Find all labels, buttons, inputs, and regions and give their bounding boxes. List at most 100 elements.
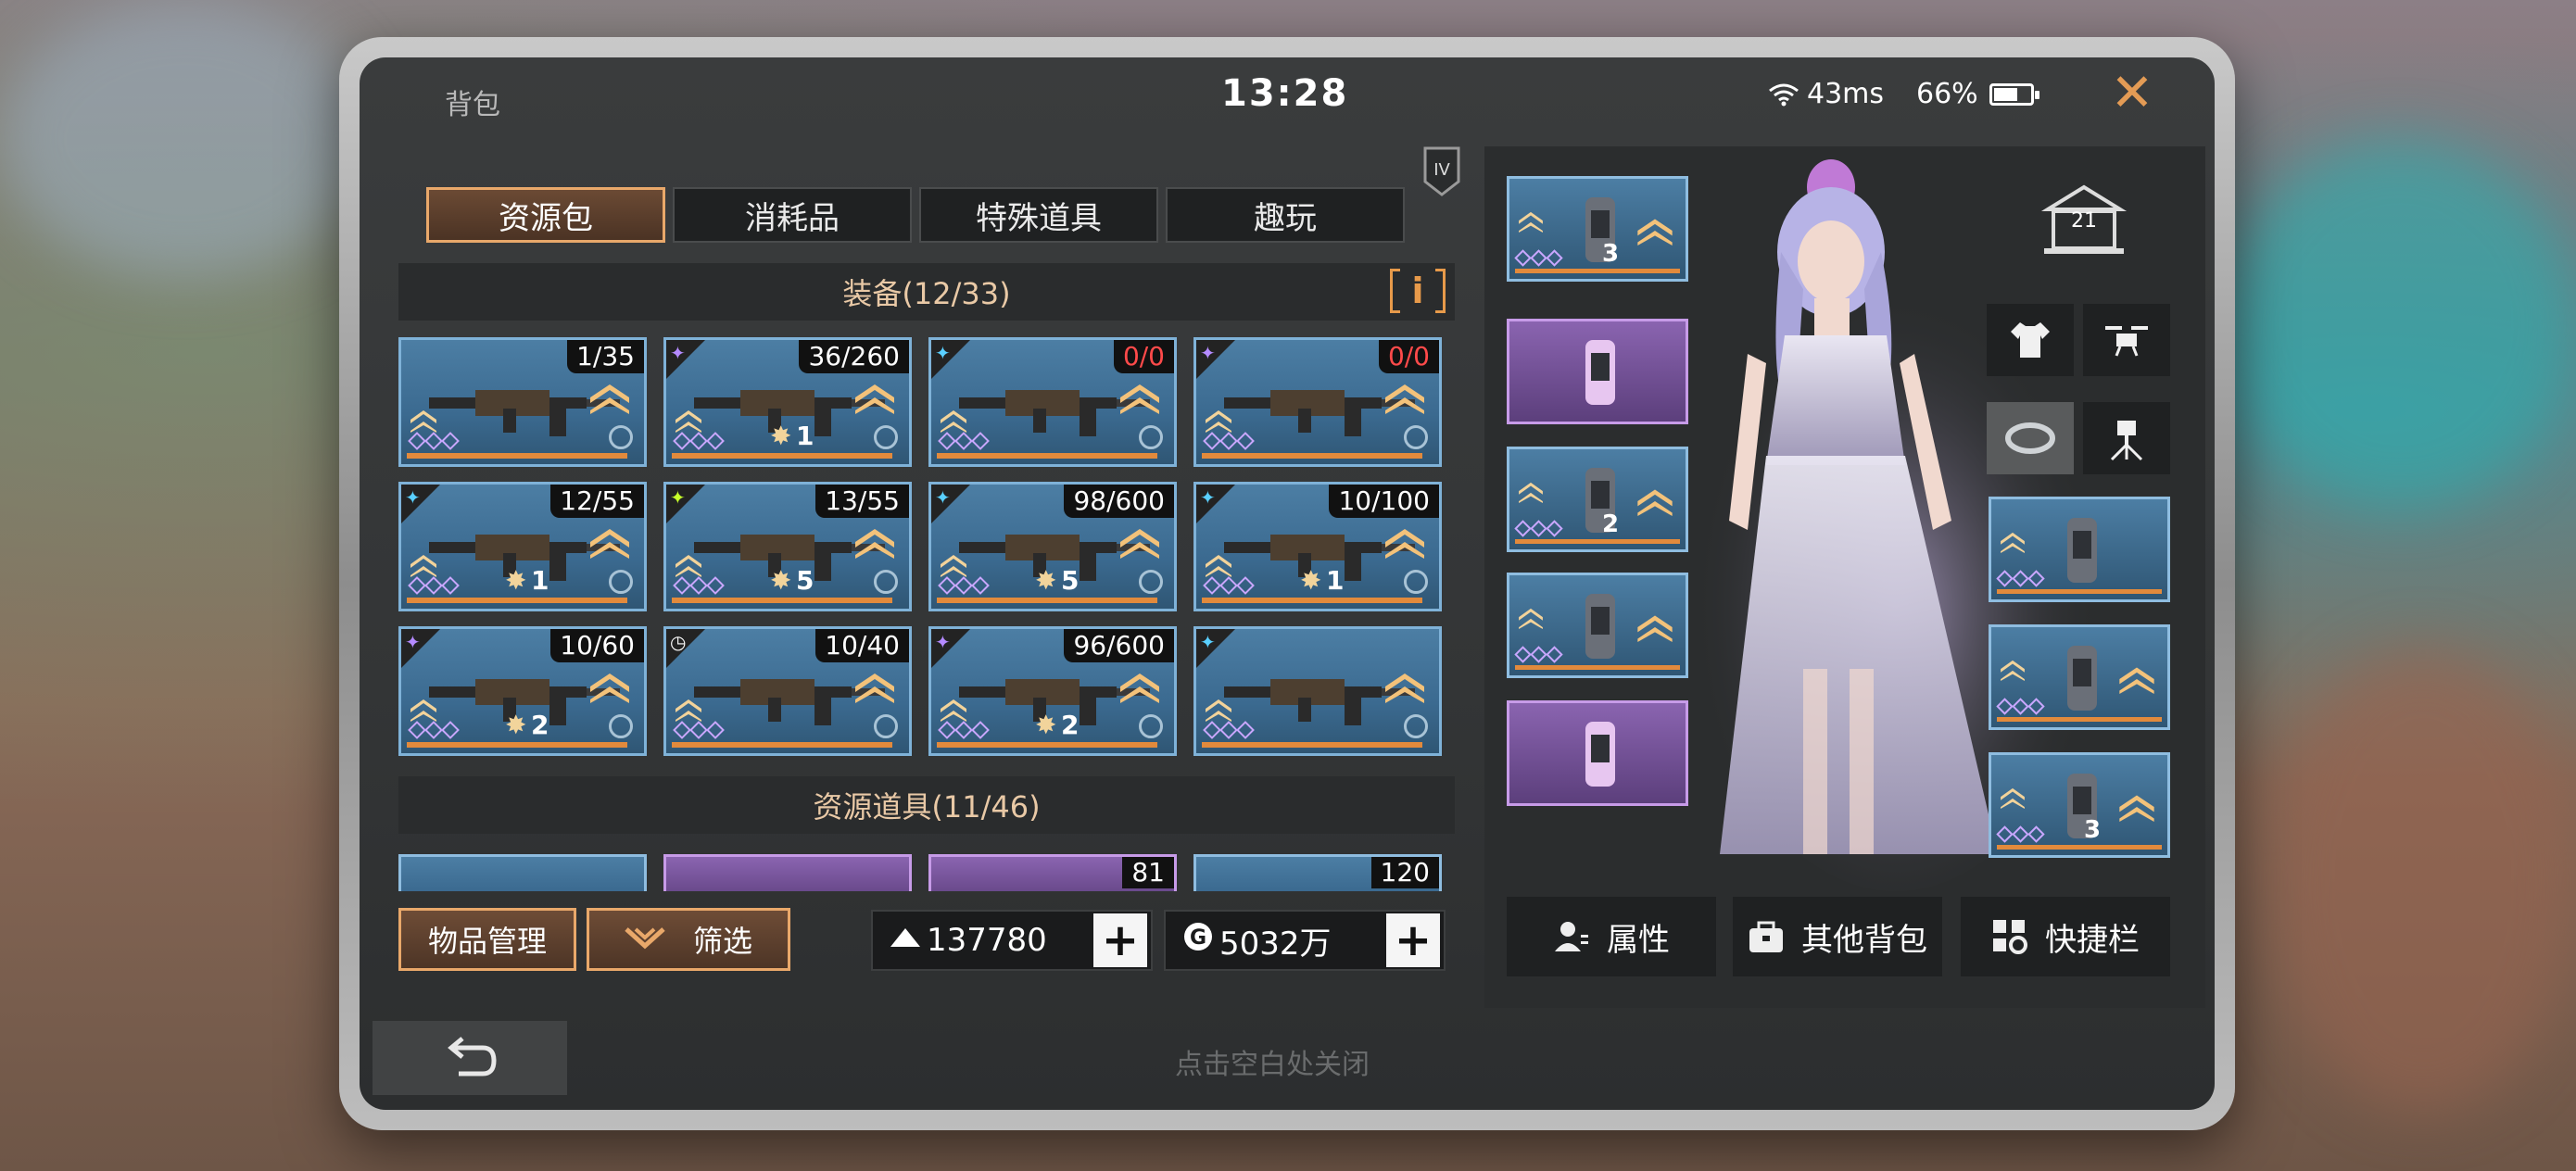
gear-item-image [1585, 197, 1615, 262]
background-blur [0, 0, 371, 278]
equipment-card[interactable]: ✦ 13/55 ✸ 5 [663, 482, 912, 611]
item-count: 0/0 [1378, 340, 1439, 373]
ring-slot-button[interactable] [1987, 402, 2074, 474]
quality-dots [938, 432, 990, 450]
gear-item-image [1585, 468, 1615, 533]
settings-icon [874, 570, 898, 594]
resource-card[interactable] [398, 854, 647, 891]
item-level: 1 [796, 421, 814, 451]
resource-card[interactable] [663, 854, 912, 891]
settings-icon [609, 425, 633, 449]
equipment-slot[interactable]: 3 [1989, 752, 2170, 858]
star-icon: ✸ [1035, 710, 1057, 740]
rank-chevron-icon [941, 410, 966, 433]
quickbar-button[interactable]: 快捷栏 [1961, 897, 2170, 976]
equipment-slot[interactable] [1507, 319, 1688, 424]
tab-fun[interactable]: 趣玩 [1166, 187, 1405, 243]
rank-chevron-icon [1519, 482, 1543, 503]
filter-button[interactable]: 筛选 [587, 908, 790, 971]
info-button[interactable]: i [1390, 269, 1446, 313]
upgrade-arrow-icon [1120, 674, 1159, 703]
wifi-icon [1769, 83, 1799, 106]
rarity-icon: ✦ [670, 486, 686, 509]
item-level: 3 [2084, 816, 2102, 844]
equipment-card[interactable]: ✦ 0/0 [1193, 337, 1442, 467]
settings-icon [1404, 570, 1428, 594]
equipment-card[interactable]: ✦ 12/55 ✸ 1 [398, 482, 647, 611]
item-count: 12/55 [550, 485, 644, 518]
quality-dots [408, 576, 460, 595]
tab-resource-pack[interactable]: 资源包 [426, 187, 665, 243]
equipment-slot[interactable] [1989, 624, 2170, 730]
progress-bar [1202, 742, 1422, 748]
house-level-badge[interactable]: 21 [2040, 182, 2128, 258]
drone-slot-button[interactable] [2083, 304, 2170, 376]
item-manage-button[interactable]: 物品管理 [398, 908, 576, 971]
settings-icon [1139, 425, 1163, 449]
ping-value: 43ms [1807, 78, 1885, 110]
category-tabs: 资源包 消耗品 特殊道具 趣玩 [426, 187, 1405, 243]
progress-bar [1202, 598, 1422, 603]
background-blur [2270, 648, 2576, 1112]
equipment-card[interactable]: ✦ [1193, 626, 1442, 756]
equipment-slot[interactable] [1507, 700, 1688, 806]
quality-dots [673, 721, 725, 739]
upgrade-arrow-icon [855, 529, 894, 559]
resource-card[interactable]: 81 [928, 854, 1177, 891]
quality-dots [673, 576, 725, 595]
rank-chevron-icon [1206, 410, 1231, 433]
equipment-card[interactable]: 1/35 [398, 337, 647, 467]
tab-special-items[interactable]: 特殊道具 [919, 187, 1158, 243]
equipment-card[interactable]: ✦ 0/0 [928, 337, 1177, 467]
rank-chevron-icon [410, 410, 436, 433]
equipment-slot[interactable] [1507, 573, 1688, 678]
filter-chevron-icon [625, 927, 665, 950]
add-coin-button[interactable]: + [1386, 913, 1440, 967]
gear-item-image [2067, 518, 2097, 583]
other-bags-button[interactable]: 其他背包 [1733, 897, 1942, 976]
rank-chevron-icon [410, 699, 436, 722]
upgrade-arrow-icon [590, 384, 629, 414]
resource-card[interactable]: 120 [1193, 854, 1442, 891]
battery-status: 66% [1916, 78, 2039, 110]
ring-icon [2005, 422, 2055, 454]
progress-bar [937, 453, 1157, 459]
info-icon: i [1411, 271, 1424, 311]
equipment-card[interactable]: ◷ 10/40 [663, 626, 912, 756]
attributes-button[interactable]: 属性 [1507, 897, 1716, 976]
equipment-card[interactable]: ✦ 96/600 ✸ 2 [928, 626, 1177, 756]
back-button[interactable] [373, 1021, 567, 1095]
upgrade-arrow-icon [1385, 674, 1424, 703]
item-level: 2 [1602, 510, 1620, 538]
tab-consumables[interactable]: 消耗品 [673, 187, 912, 243]
shirt-icon [2011, 322, 2050, 358]
upgrade-arrow-icon [590, 674, 629, 703]
rarity-icon: ✦ [935, 631, 951, 653]
equipment-slot[interactable]: 3 [1507, 176, 1688, 282]
outfit-slot-button[interactable] [1987, 304, 2074, 376]
item-count: 120 [1370, 857, 1439, 888]
item-level: 2 [531, 710, 549, 740]
equipment-card[interactable]: ✦ 10/100 ✸ 1 [1193, 482, 1442, 611]
equipment-card[interactable]: ✦ 98/600 ✸ 5 [928, 482, 1177, 611]
rarity-icon: ✦ [935, 486, 951, 509]
equipment-grid: 1/35 ✦ 36/260 ✸ 1 ✦ 0/0 ✦ 0/0 ✦ 12/55 ✸ 1 ✦ 13/55 ✸ 5 ✦ 98… [398, 337, 1455, 756]
add-gold-button[interactable]: + [1093, 913, 1147, 967]
close-button[interactable]: ✕ [2102, 63, 2163, 124]
back-arrow-icon [448, 1037, 497, 1077]
equipment-card[interactable]: ✦ 10/60 ✸ 2 [398, 626, 647, 756]
quickbar-label: 快捷栏 [2045, 921, 2140, 959]
gear-grid-icon [1993, 920, 2027, 954]
equipment-card[interactable]: ✦ 36/260 ✸ 1 [663, 337, 912, 467]
upgrade-arrow-icon [1637, 219, 1673, 246]
quality-dots [1996, 570, 2045, 587]
turret-slot-button[interactable] [2083, 402, 2170, 474]
settings-icon [1404, 714, 1428, 738]
gold-value: 137780 [927, 922, 1047, 959]
gear-item-image [2067, 774, 2097, 838]
quality-dots [673, 432, 725, 450]
equipment-slot[interactable]: 2 [1507, 447, 1688, 552]
rarity-icon: ✦ [1200, 631, 1216, 653]
progress-bar [672, 598, 892, 603]
equipment-slot[interactable] [1989, 497, 2170, 602]
